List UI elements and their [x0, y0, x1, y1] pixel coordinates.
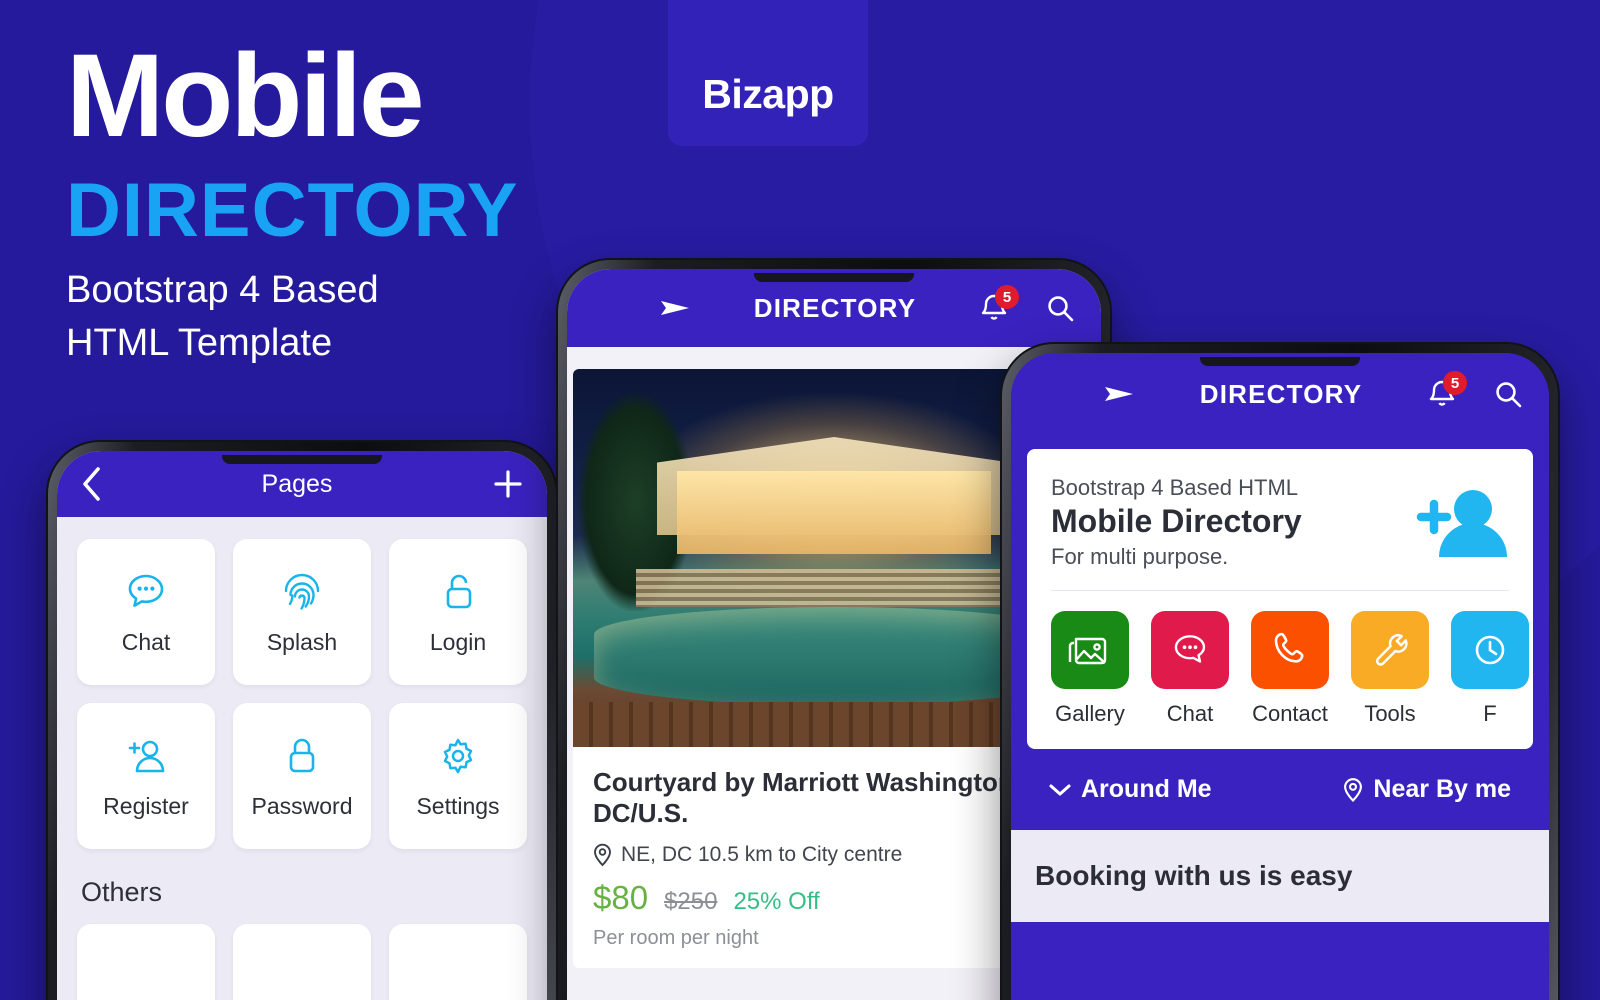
- shortcut-chat[interactable]: Chat: [1151, 611, 1229, 727]
- promo-title: Mobile Directory: [1051, 503, 1302, 539]
- near-by-me-label: Near By me: [1373, 775, 1511, 803]
- pages-tile-label: Settings: [416, 792, 500, 819]
- shortcut-tools[interactable]: Tools: [1351, 611, 1429, 727]
- pages-tile-login[interactable]: Login: [389, 539, 527, 685]
- search-icon[interactable]: [1045, 293, 1075, 323]
- brand-badge-label: Bizapp: [702, 71, 834, 117]
- app-title: DIRECTORY: [753, 292, 917, 323]
- home-bottom-section: Booking with us is easy: [1011, 830, 1549, 922]
- price-original: $250: [664, 888, 718, 916]
- headline-sub-line2: HTML Template: [66, 322, 333, 365]
- booking-section-title: Booking with us is easy: [1035, 860, 1353, 891]
- phone-mockup-pages: Pages Chat Splash Login Register Passwor…: [46, 440, 558, 1000]
- map-pin-icon: [593, 843, 612, 867]
- pages-others-grid: [77, 924, 527, 1000]
- promo-header: Bootstrap 4 Based HTML Mobile Directory …: [1027, 449, 1533, 590]
- promo-banner: Mobile DIRECTORY Bootstrap 4 Based HTML …: [0, 0, 1600, 1000]
- chevron-down-icon: [1049, 783, 1071, 797]
- brand-badge: Bizapp: [668, 0, 868, 146]
- headline-secondary: DIRECTORY: [66, 168, 519, 254]
- app-title: DIRECTORY: [1199, 378, 1363, 409]
- pages-tile-label: Login: [429, 628, 487, 655]
- pages-tile-label: Chat: [121, 628, 171, 655]
- pages-tile-label: Register: [103, 792, 189, 819]
- price-discount: 25% Off: [733, 888, 820, 916]
- headline-sub-line1: Bootstrap 4 Based: [66, 269, 379, 312]
- shortcut-more[interactable]: F: [1451, 611, 1529, 727]
- pages-section-title: Others: [81, 877, 163, 907]
- phone-notch: [754, 273, 914, 282]
- user-plus-icon: [122, 733, 170, 779]
- home-content: Bootstrap 4 Based HTML Mobile Directory …: [1011, 435, 1549, 830]
- lock-icon: [280, 733, 324, 779]
- bell-icon[interactable]: 5: [1427, 371, 1467, 410]
- price-current: $80: [593, 879, 649, 917]
- pages-screen: Pages Chat Splash Login Register Passwor…: [57, 451, 547, 1000]
- notification-count: 5: [1443, 371, 1467, 395]
- promo-subtitle: For multi purpose.: [1051, 544, 1229, 569]
- add-user-icon: [1411, 483, 1509, 563]
- notification-count: 5: [995, 285, 1019, 309]
- shortcut-row: Gallery Chat Contact Tools F: [1027, 591, 1533, 749]
- promo-text-block: Bootstrap 4 Based HTML Mobile Directory …: [1051, 475, 1411, 570]
- phone-notch: [1200, 357, 1360, 366]
- around-me-toggle[interactable]: Around Me: [1049, 775, 1212, 804]
- pages-tile-grid: Chat Splash Login Register Password Sett…: [77, 539, 527, 849]
- chat-bubble-icon: [1151, 611, 1229, 689]
- around-me-bar: Around Me Near By me: [1027, 749, 1533, 830]
- headline-block: Mobile DIRECTORY Bootstrap 4 Based HTML …: [66, 30, 686, 370]
- pages-body: Chat Splash Login Register Password Sett…: [57, 517, 547, 1000]
- plus-icon[interactable]: [493, 469, 523, 499]
- phone-notch: [222, 455, 382, 464]
- gear-icon: [435, 733, 481, 779]
- shortcut-label: Gallery: [1055, 701, 1125, 726]
- pages-tile-label: Splash: [266, 628, 338, 655]
- search-icon[interactable]: [1493, 379, 1523, 409]
- pages-other-tile[interactable]: [389, 924, 527, 1000]
- unlock-icon: [436, 569, 480, 615]
- shortcut-contact[interactable]: Contact: [1251, 611, 1329, 727]
- near-by-me-button[interactable]: Near By me: [1343, 775, 1511, 804]
- home-screen: DIRECTORY 5 Bootstrap 4 Based HTML Mobil…: [1011, 353, 1549, 1000]
- pages-tile-password[interactable]: Password: [233, 703, 371, 849]
- promo-kicker: Bootstrap 4 Based HTML: [1051, 475, 1299, 500]
- pages-tile-settings[interactable]: Settings: [389, 703, 527, 849]
- pages-tile-label: Password: [251, 792, 353, 819]
- photo-glass-facade: [677, 471, 991, 555]
- wrench-icon: [1351, 611, 1429, 689]
- shortcut-label: F: [1483, 701, 1497, 726]
- image-icon: [1051, 611, 1129, 689]
- page-title: Pages: [261, 469, 333, 498]
- pages-tile-register[interactable]: Register: [77, 703, 215, 849]
- paper-plane-icon[interactable]: [1103, 381, 1135, 407]
- pages-tile-splash[interactable]: Splash: [233, 539, 371, 685]
- pages-other-tile[interactable]: [77, 924, 215, 1000]
- photo-steps: [635, 569, 1033, 608]
- promo-card: Bootstrap 4 Based HTML Mobile Directory …: [1027, 449, 1533, 749]
- pages-other-tile[interactable]: [233, 924, 371, 1000]
- chevron-left-icon[interactable]: [81, 467, 101, 501]
- around-me-label: Around Me: [1081, 775, 1212, 803]
- phone-mockup-home: DIRECTORY 5 Bootstrap 4 Based HTML Mobil…: [1000, 342, 1560, 1000]
- hamburger-icon[interactable]: [1037, 383, 1069, 405]
- shortcut-gallery[interactable]: Gallery: [1051, 611, 1129, 727]
- phone-icon: [1251, 611, 1329, 689]
- chat-bubble-icon: [123, 569, 169, 615]
- clock-icon: [1451, 611, 1529, 689]
- fingerprint-icon: [279, 569, 325, 615]
- headline-primary: Mobile: [66, 30, 425, 162]
- map-pin-icon: [1343, 777, 1363, 803]
- pages-tile-chat[interactable]: Chat: [77, 539, 215, 685]
- shortcut-label: Chat: [1166, 701, 1214, 726]
- shortcut-label: Contact: [1252, 701, 1328, 726]
- shortcut-label: Tools: [1364, 701, 1416, 726]
- bell-icon[interactable]: 5: [979, 285, 1019, 324]
- listing-location-text: NE, DC 10.5 km to City centre: [621, 843, 903, 867]
